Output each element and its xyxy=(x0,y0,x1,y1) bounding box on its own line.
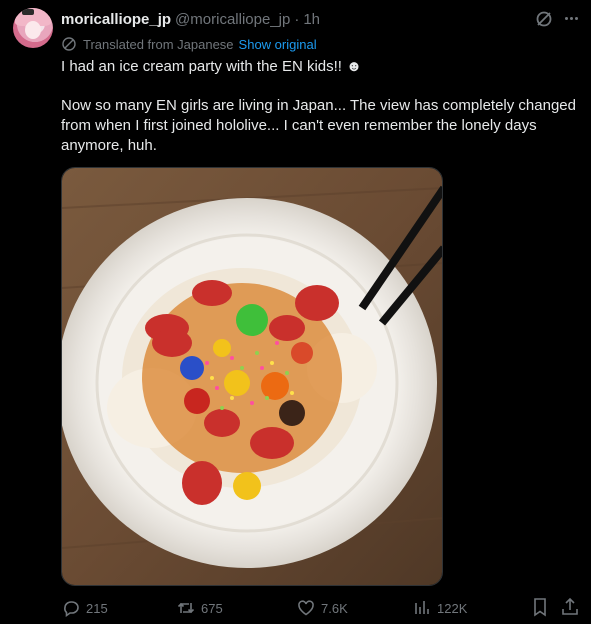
post-text-line-1: I had an ice cream party with the EN kid… xyxy=(61,58,362,75)
repost-count: 675 xyxy=(201,600,223,616)
show-original-link[interactable]: Show original xyxy=(239,37,317,52)
header-separator: · xyxy=(294,10,300,28)
reply-icon xyxy=(64,601,79,617)
like-count: 7.6K xyxy=(321,600,348,616)
analytics-icon xyxy=(415,601,429,614)
avatar[interactable] xyxy=(13,8,53,48)
share-button[interactable] xyxy=(561,597,579,622)
translate-globe-icon xyxy=(62,37,76,51)
reply-count: 215 xyxy=(86,600,108,616)
heart-icon xyxy=(298,600,314,616)
post-photo[interactable] xyxy=(61,167,443,586)
bookmark-button[interactable] xyxy=(531,597,549,622)
post-header: moricalliope_jp @moricalliope_jp · 1h xyxy=(61,9,320,29)
post: moricalliope_jp @moricalliope_jp · 1h Tr… xyxy=(0,0,591,624)
avatar-face xyxy=(25,21,41,39)
post-text-line-2: Now so many EN girls are living in Japan… xyxy=(61,97,576,114)
share-icon xyxy=(562,597,578,615)
like-button[interactable]: 7.6K xyxy=(297,597,348,619)
reply-button[interactable]: 215 xyxy=(62,597,108,619)
repost-icon xyxy=(177,602,195,614)
views-button[interactable]: 122K xyxy=(413,597,467,619)
repost-button[interactable]: 675 xyxy=(177,597,223,619)
translated-label: Translated from Japanese xyxy=(83,36,234,52)
author-handle[interactable]: @moricalliope_jp xyxy=(175,11,290,28)
post-time[interactable]: 1h xyxy=(303,11,320,28)
translation-notice: Translated from Japanese Show original xyxy=(61,35,317,53)
views-count: 122K xyxy=(437,600,468,616)
author-display-name[interactable]: moricalliope_jp xyxy=(61,11,171,28)
post-text-line-3: from when I first joined hololive... I c… xyxy=(61,117,537,134)
action-bar: 215 675 7.6K 122K xyxy=(0,597,591,619)
grok-icon[interactable] xyxy=(535,10,553,28)
post-text-line-4: anymore, huh. xyxy=(61,137,157,154)
bookmark-icon xyxy=(534,598,546,617)
avatar-crown xyxy=(22,9,34,15)
more-options-icon[interactable] xyxy=(561,8,581,28)
ice-cream-photo xyxy=(62,168,442,585)
